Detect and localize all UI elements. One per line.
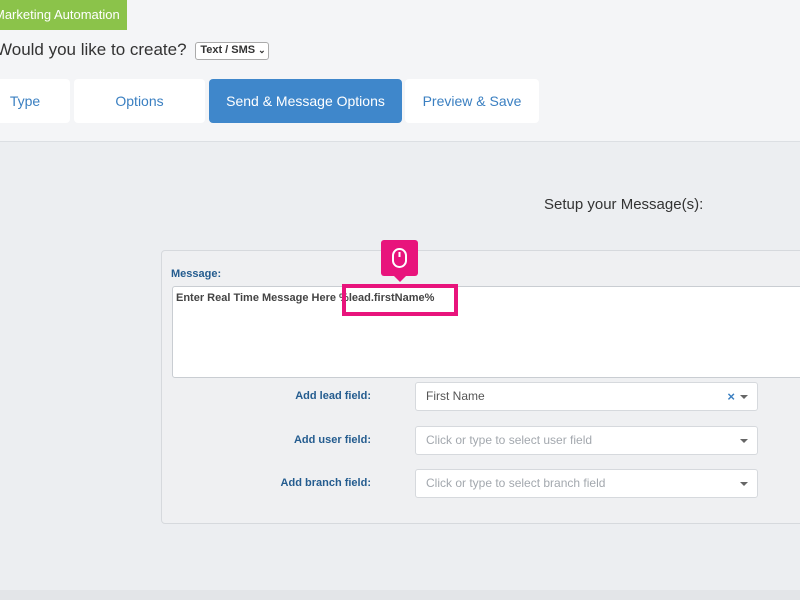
add-branch-field-label: Add branch field: <box>280 477 371 489</box>
question-text: Would you like to create? <box>0 40 187 59</box>
tab-preview-save[interactable]: Preview & Save <box>405 79 539 123</box>
dropdown-arrow-icon <box>740 395 748 399</box>
create-question: Would you like to create? Text / SMS ⌄ <box>0 40 269 60</box>
add-lead-field-label: Add lead field: <box>295 390 371 402</box>
chevron-down-icon: ⌄ <box>258 45 266 55</box>
tab-type-label: Type <box>9 93 41 109</box>
add-user-field-label: Add user field: <box>293 434 371 446</box>
click-highlight-box <box>342 284 458 316</box>
lead-field-select[interactable]: First Name × <box>415 382 758 411</box>
type-select[interactable]: Text / SMS ⌄ <box>195 42 269 60</box>
dropdown-arrow-icon <box>740 482 748 486</box>
lead-field-value: First Name <box>426 389 485 403</box>
marketing-automation-badge: Marketing Automation <box>0 0 127 30</box>
tab-send-message-options-label: Send & Message Options <box>226 93 385 109</box>
bottom-divider <box>0 590 800 600</box>
user-field-select[interactable]: Click or type to select user field <box>415 426 758 455</box>
branch-field-placeholder: Click or type to select branch field <box>426 476 606 490</box>
dropdown-arrow-icon <box>740 439 748 443</box>
user-field-placeholder: Click or type to select user field <box>426 433 593 447</box>
clear-icon[interactable]: × <box>727 383 735 410</box>
setup-title: Setup your Message(s): <box>544 196 704 213</box>
tab-type[interactable]: Type <box>0 79 70 123</box>
mouse-click-marker <box>381 240 418 282</box>
tab-send-message-options[interactable]: Send & Message Options <box>209 79 402 123</box>
type-select-value: Text / SMS <box>200 44 256 56</box>
branch-field-select[interactable]: Click or type to select branch field <box>415 469 758 498</box>
message-label: Message: <box>171 268 222 280</box>
tab-preview-save-label: Preview & Save <box>422 93 522 109</box>
tab-options[interactable]: Options <box>74 79 205 123</box>
top-area: Marketing Automation Would you like to c… <box>0 0 800 142</box>
badge-label: Marketing Automation <box>0 7 120 22</box>
mouse-icon <box>392 248 407 268</box>
tab-options-label: Options <box>115 93 164 109</box>
message-textarea[interactable]: Enter Real Time Message Here %lead.first… <box>172 286 800 378</box>
